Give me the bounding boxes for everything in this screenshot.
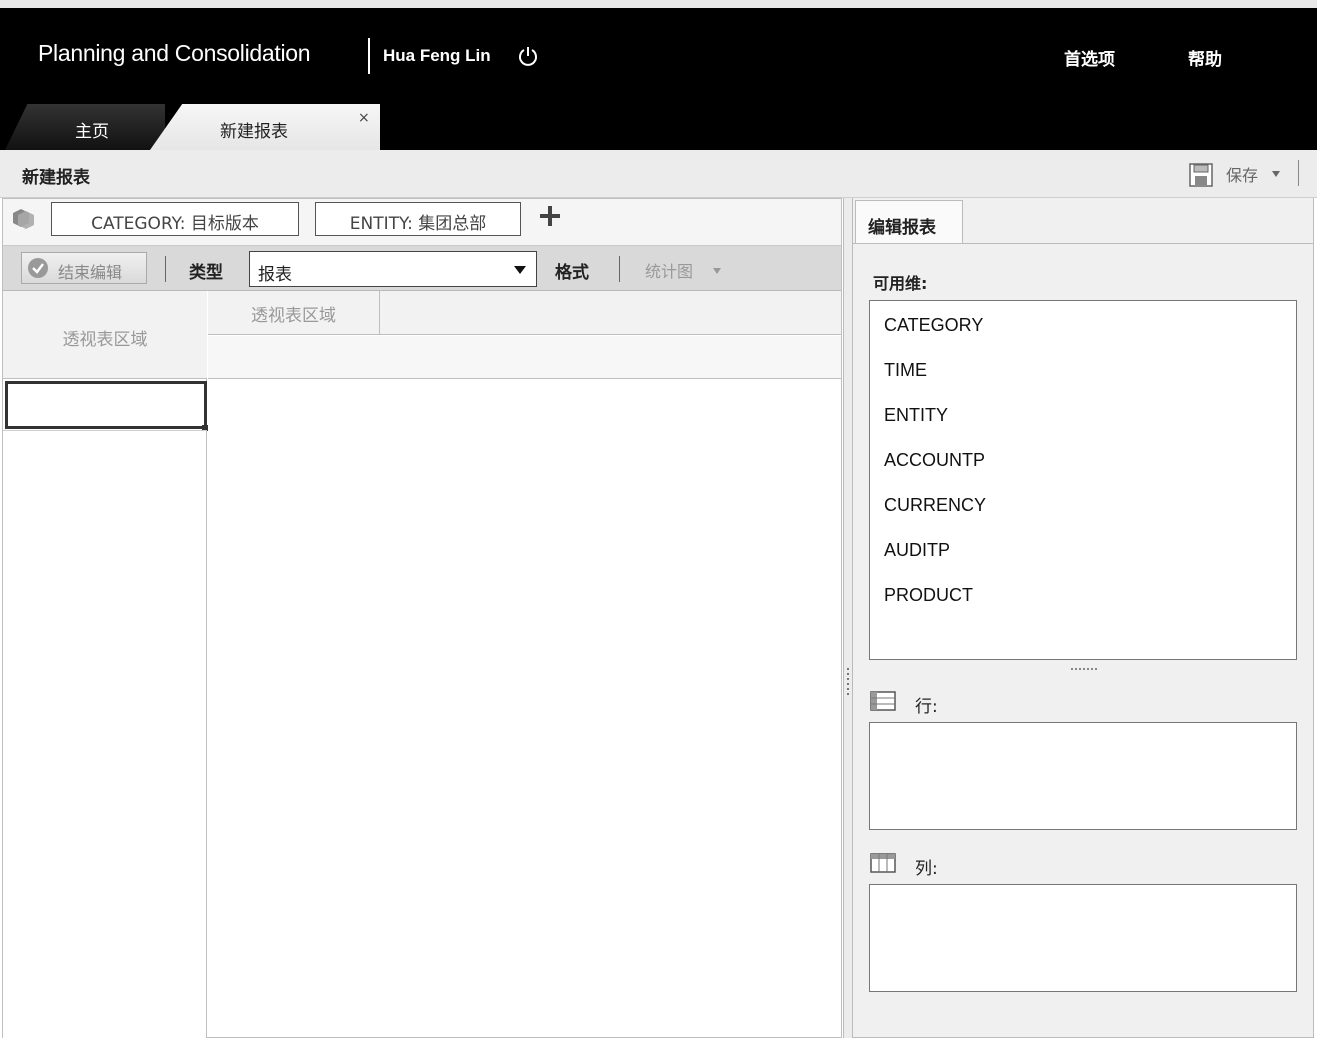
tab-new-report-label: 新建报表 bbox=[220, 122, 288, 142]
type-select[interactable]: 报表 bbox=[249, 251, 537, 287]
type-select-value: 报表 bbox=[258, 265, 292, 285]
splitter-grip[interactable] bbox=[847, 668, 849, 696]
tab-new-report[interactable]: 新建报表 × bbox=[150, 104, 380, 150]
add-filter-icon[interactable] bbox=[539, 205, 561, 227]
title-separator bbox=[368, 38, 370, 74]
rows-icon bbox=[870, 691, 896, 711]
rows-drop-zone[interactable] bbox=[869, 722, 1297, 830]
save-dropdown-icon[interactable] bbox=[1272, 171, 1280, 177]
power-icon[interactable] bbox=[517, 45, 539, 67]
page-title: 新建报表 bbox=[22, 168, 90, 188]
panel-divider bbox=[853, 243, 1314, 244]
columns-icon bbox=[870, 853, 896, 873]
chart-button[interactable]: 统计图 bbox=[645, 258, 693, 282]
toolbar-separator bbox=[619, 256, 620, 282]
page-titlebar: 新建报表 bbox=[0, 150, 1317, 198]
app-title: Planning and Consolidation bbox=[38, 40, 311, 66]
selected-cell[interactable] bbox=[5, 381, 207, 429]
end-edit-label: 结束编辑 bbox=[58, 263, 123, 282]
chart-dropdown-icon[interactable] bbox=[713, 268, 721, 274]
type-label: 类型 bbox=[189, 263, 223, 283]
category-filter[interactable]: CATEGORY: 目标版本 bbox=[51, 202, 299, 236]
check-icon bbox=[28, 258, 48, 278]
tab-edit-report[interactable]: 编辑报表 bbox=[855, 200, 963, 244]
pivot-column-area[interactable]: 透视表区域 bbox=[208, 291, 380, 335]
save-icon[interactable] bbox=[1188, 162, 1214, 188]
pivot-column-header: 透视表区域 bbox=[208, 291, 841, 335]
tab-home-label: 主页 bbox=[75, 122, 109, 142]
grid-line bbox=[3, 430, 207, 431]
columns-drop-zone[interactable] bbox=[869, 884, 1297, 992]
report-editor-pane: CATEGORY: 目标版本 ENTITY: 集团总部 结束编辑 类型 报表 格… bbox=[2, 198, 842, 1038]
close-icon[interactable]: × bbox=[358, 110, 370, 126]
pane-splitter[interactable] bbox=[843, 198, 853, 1038]
toolbar-separator bbox=[165, 256, 166, 282]
list-item[interactable]: PRODUCT bbox=[884, 585, 973, 606]
list-item[interactable]: CURRENCY bbox=[884, 495, 986, 516]
available-dimensions-list: CATEGORY TIME ENTITY ACCOUNTP CURRENCY A… bbox=[869, 300, 1297, 660]
cube-icon[interactable] bbox=[10, 207, 36, 229]
available-dimensions-label: 可用维: bbox=[873, 274, 928, 293]
list-item[interactable]: ACCOUNTP bbox=[884, 450, 985, 471]
save-button[interactable]: 保存 bbox=[1226, 162, 1258, 186]
end-edit-button[interactable]: 结束编辑 bbox=[21, 252, 147, 284]
app-window: Planning and Consolidation Hua Feng Lin … bbox=[0, 0, 1317, 1049]
window-bottom bbox=[0, 1038, 1317, 1049]
toolbar-separator bbox=[1298, 160, 1299, 186]
row-header-column: 透视表区域 bbox=[3, 291, 208, 1038]
format-button[interactable]: 格式 bbox=[555, 258, 589, 283]
chevron-down-icon bbox=[514, 266, 526, 274]
report-toolbar: 结束编辑 类型 报表 格式 统计图 bbox=[3, 245, 841, 291]
user-name[interactable]: Hua Feng Lin bbox=[383, 46, 491, 66]
list-item[interactable]: AUDITP bbox=[884, 540, 950, 561]
list-item[interactable]: TIME bbox=[884, 360, 927, 381]
columns-label: 列: bbox=[915, 859, 938, 879]
tab-home[interactable]: 主页 bbox=[5, 104, 165, 150]
rows-label: 行: bbox=[915, 697, 938, 717]
pivot-row-area[interactable]: 透视表区域 bbox=[3, 291, 207, 379]
help-link[interactable]: 帮助 bbox=[1188, 45, 1222, 70]
resize-handle[interactable] bbox=[1071, 668, 1097, 670]
preferences-link[interactable]: 首选项 bbox=[1064, 45, 1115, 70]
top-strip bbox=[0, 0, 1317, 8]
edit-report-panel: 编辑报表 可用维: CATEGORY TIME ENTITY ACCOUNTP … bbox=[853, 198, 1314, 1038]
list-item[interactable]: CATEGORY bbox=[884, 315, 983, 336]
pivot-subheader bbox=[208, 336, 841, 379]
entity-filter[interactable]: ENTITY: 集团总部 bbox=[315, 202, 521, 236]
list-item[interactable]: ENTITY bbox=[884, 405, 948, 426]
filter-row: CATEGORY: 目标版本 ENTITY: 集团总部 bbox=[3, 199, 841, 245]
